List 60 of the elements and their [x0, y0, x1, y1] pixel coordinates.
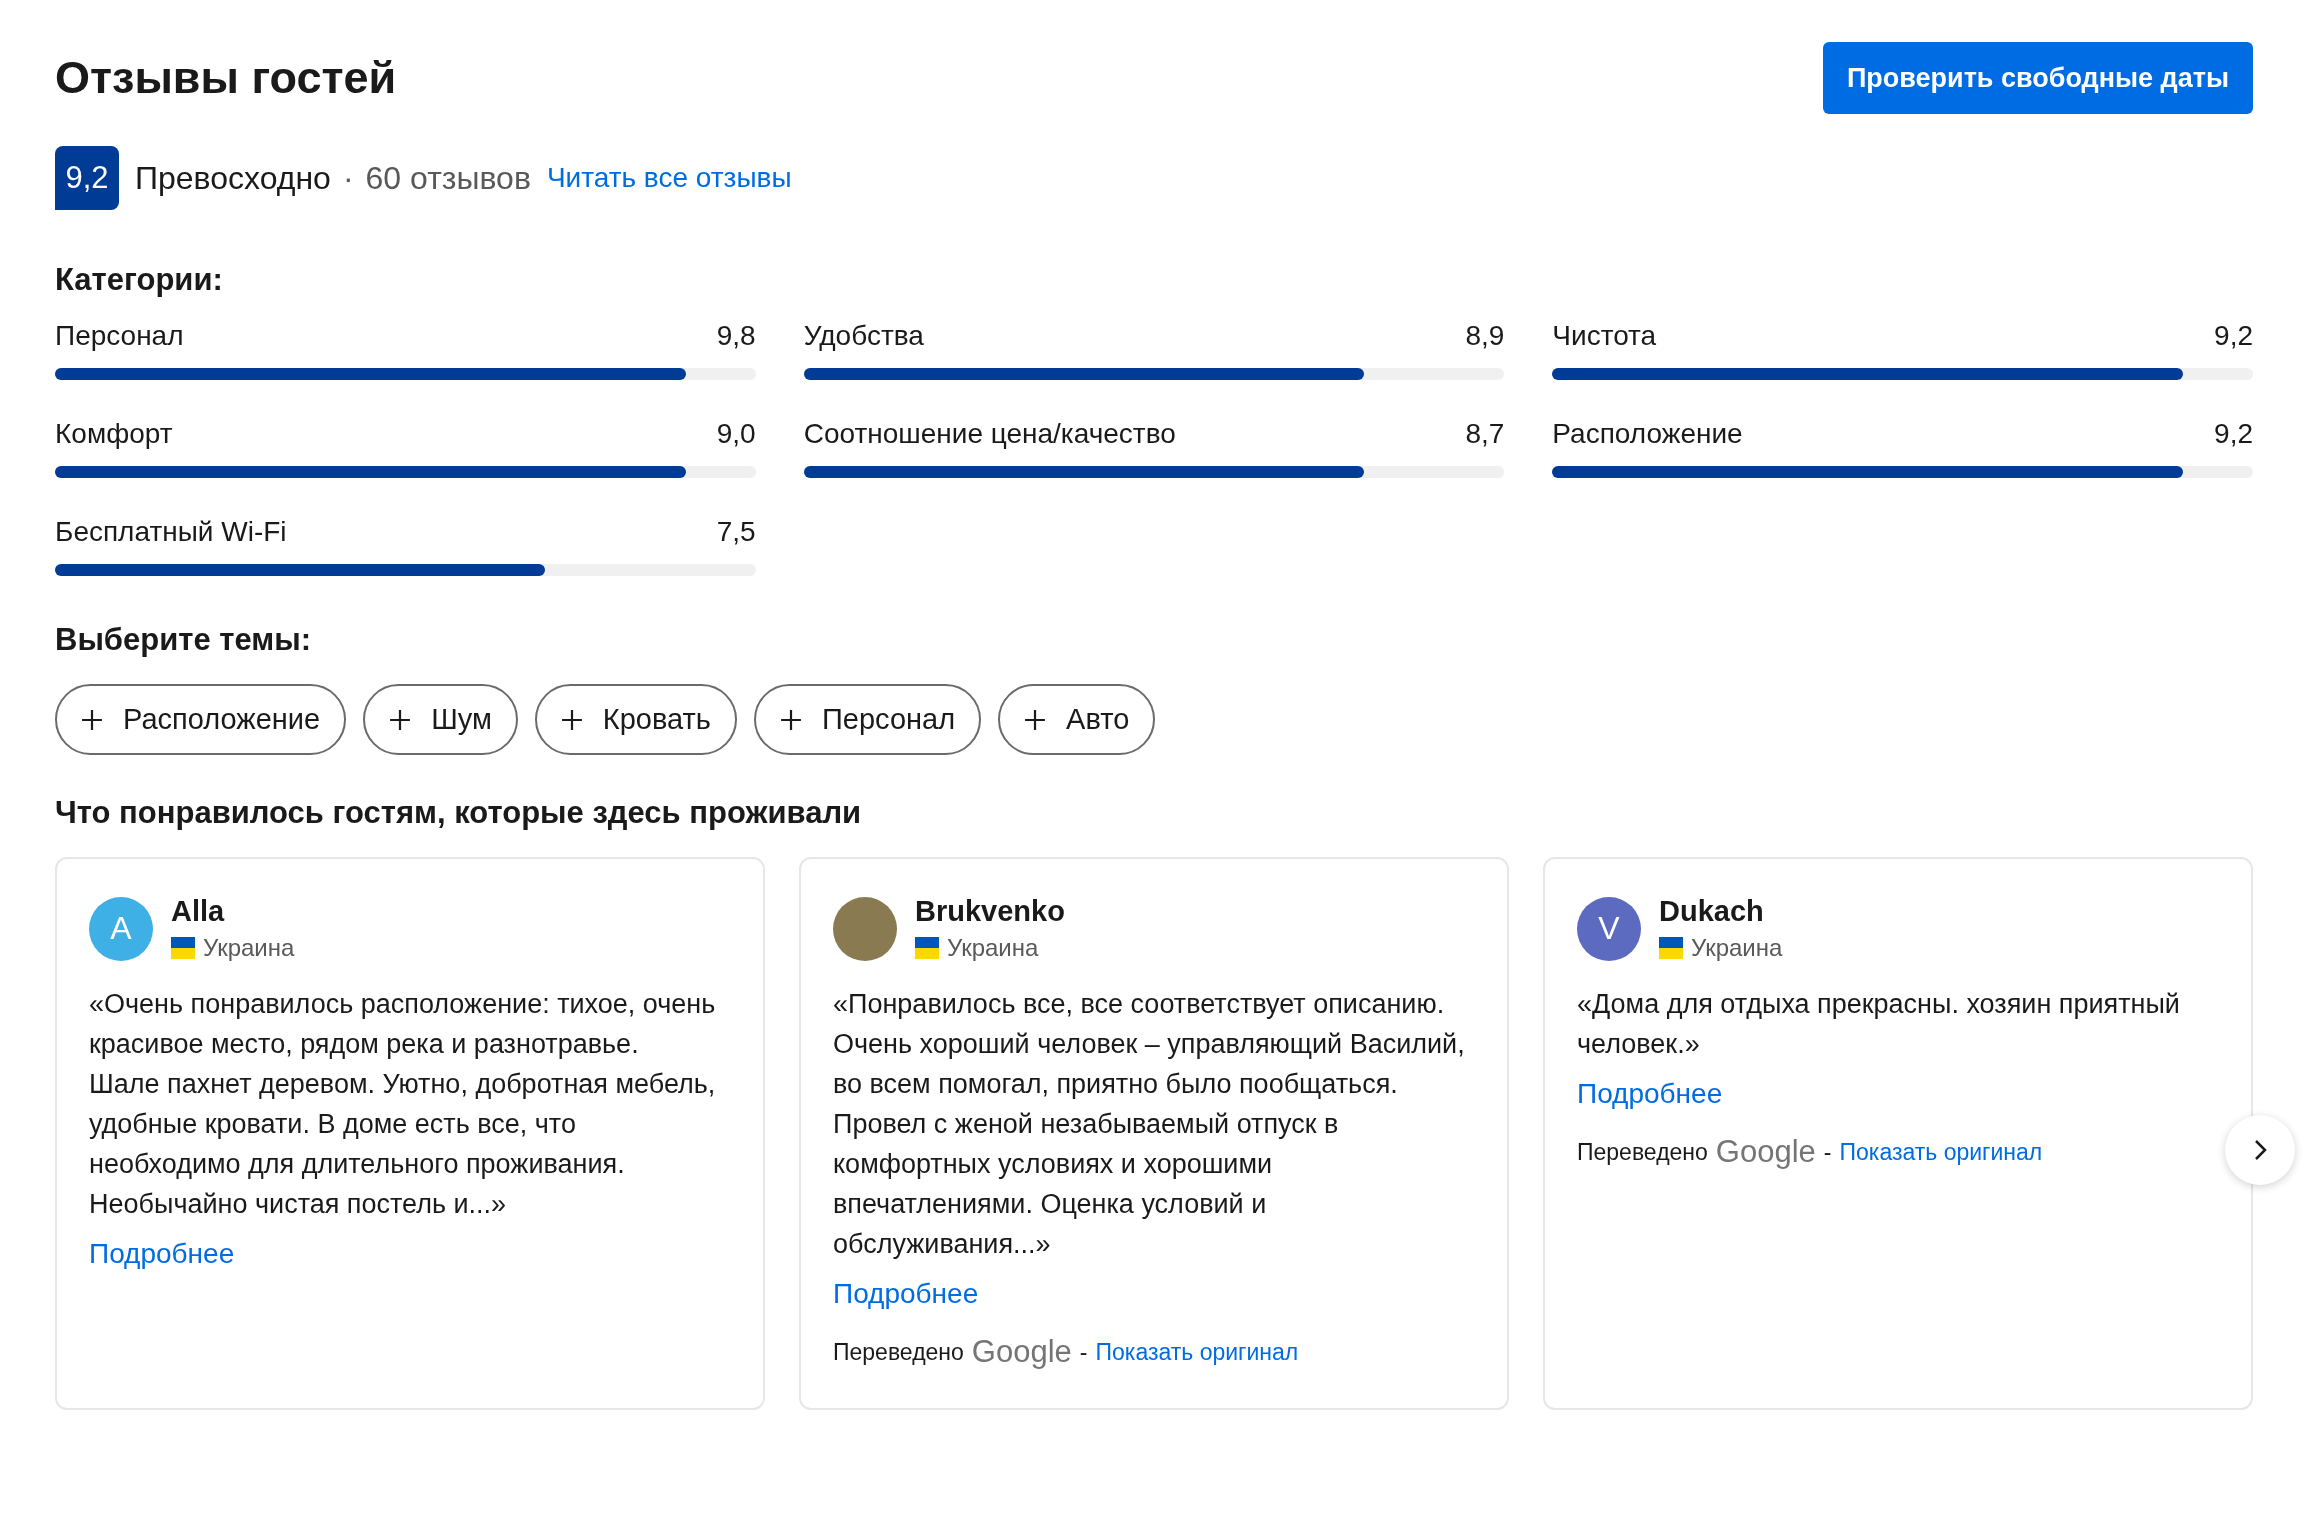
category-name: Расположение	[1552, 418, 1743, 450]
category-name: Персонал	[55, 320, 184, 352]
plus-icon	[389, 708, 412, 731]
review-text: «Очень понравилось расположение: тихое, очень красивое место, рядом река и разнотравье. Шале пахнет деревом. Уютно, добротная мебель, удобные кровати. В доме есть все, что необходимо для длительного проживания. Необычайно чистая постель и...»	[89, 988, 717, 1221]
reviewer-name: Dukach	[1659, 895, 1765, 928]
google-logo: Google	[1715, 1134, 1816, 1170]
category-name: Чистота	[1552, 320, 1657, 352]
plus-icon	[81, 708, 103, 731]
reviewer-country: Украина	[1691, 934, 1783, 962]
read-more-link[interactable]: Подробнее	[89, 1238, 235, 1270]
reviewer-country: Украина	[203, 934, 295, 962]
read-more-link[interactable]: Подробнее	[833, 1278, 979, 1310]
category-score: 8,9	[1465, 320, 1505, 352]
category-score: 7,5	[716, 516, 756, 548]
flag-icon	[1659, 937, 1683, 959]
score-badge: 9,2	[55, 146, 119, 210]
next-button[interactable]	[2225, 1115, 2295, 1185]
topic-chip[interactable]: Расположение	[55, 684, 347, 755]
avatar: V	[1577, 896, 1641, 961]
plus-icon	[1024, 708, 1047, 731]
category-name: Бесплатный Wi-Fi	[55, 516, 287, 548]
reviewer-country: Украина	[947, 934, 1039, 962]
page-title: Отзывы гостей	[55, 52, 397, 104]
read-more-link[interactable]: Подробнее	[1577, 1078, 1723, 1110]
flag-icon	[915, 937, 939, 959]
check-availability-button[interactable]: Проверить свободные даты	[1822, 42, 2253, 114]
plus-icon	[779, 708, 802, 731]
category-score: 8,7	[1465, 418, 1505, 450]
review-count: 60 отзывов	[365, 159, 531, 197]
topic-chip[interactable]: Авто	[998, 684, 1156, 755]
category-score: 9,2	[2214, 418, 2253, 450]
dash-separator: -	[1823, 1138, 1832, 1166]
category-score: 9,8	[716, 320, 756, 352]
category-name: Соотношение цена/качество	[803, 418, 1176, 450]
avatar: A	[89, 896, 153, 961]
topic-chip[interactable]: Шум	[363, 684, 518, 755]
topic-chip[interactable]: Персонал	[753, 684, 982, 755]
translated-label: Переведено	[1577, 1138, 1708, 1166]
translated-label: Переведено	[833, 1338, 964, 1366]
review-text: «Дома для отдыха прекрасны. хозяин приятный человек.»	[1577, 988, 2181, 1061]
read-all-reviews-link[interactable]: Читать все отзывы	[546, 162, 792, 194]
dash-separator: -	[1079, 1338, 1088, 1366]
category-score: 9,2	[2214, 320, 2253, 352]
reviewer-name: Brukvenko	[915, 895, 1065, 928]
review-text: «Понравилось все, все соответствует описанию. Очень хороший человек – управляющий Василий, во всем помогал, приятно было пообщаться. Провел с женой незабываемый отпуск в комфортных условиях и хорошими впечатлениями. Оценка условий и обслуживания...»	[833, 988, 1466, 1261]
category-name: Комфорт	[55, 418, 173, 450]
reviewer-name: Alla	[171, 895, 226, 928]
flag-icon	[171, 937, 195, 959]
category-name: Удобства	[803, 320, 924, 352]
show-original-link[interactable]: Показать оригинал	[1839, 1138, 2043, 1166]
category-score: 9,0	[716, 418, 756, 450]
google-logo: Google	[971, 1334, 1072, 1370]
plus-icon	[560, 708, 583, 731]
rating-label: Превосходно	[135, 159, 331, 197]
liked-heading: Что понравилось гостям, которые здесь проживали	[55, 795, 863, 831]
categories-heading: Категории:	[55, 262, 224, 298]
topics-heading: Выберите темы:	[55, 622, 313, 658]
show-original-link[interactable]: Показать оригинал	[1095, 1338, 1299, 1366]
separator-dot: ·	[342, 159, 354, 197]
topic-chip[interactable]: Кровать	[534, 684, 737, 755]
